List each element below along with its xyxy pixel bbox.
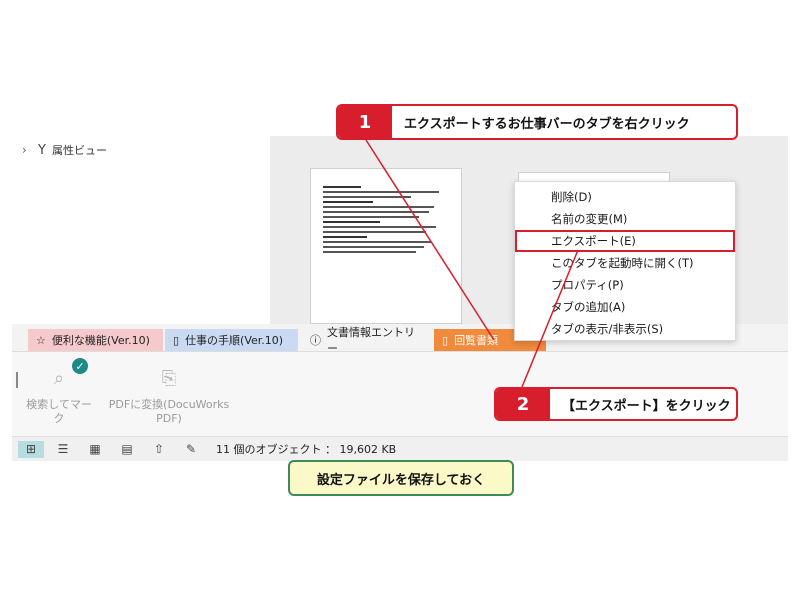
check-badge-icon: ✓ xyxy=(72,358,88,374)
folder-tree-pane: › Y 属性ビュー xyxy=(12,136,270,324)
step1-number: 1 xyxy=(338,106,392,138)
tab-work-procedures[interactable]: ▯ 仕事の手順(Ver.10) xyxy=(165,329,298,351)
detail-view-icon[interactable]: ▤ xyxy=(114,441,140,458)
info-icon: ⓘ xyxy=(310,334,321,347)
document-thumbnail[interactable] xyxy=(310,168,462,324)
document-icon: ▯ xyxy=(442,333,449,347)
save-settings-note: 設定ファイルを保存しておく xyxy=(288,460,514,496)
menu-item-add-tab[interactable]: タブの追加(A) xyxy=(515,296,735,318)
attribute-view-node[interactable]: › Y 属性ビュー xyxy=(22,142,107,158)
convert-to-pdf-button[interactable]: ⎘ PDFに変換(DocuWorks PDF) xyxy=(104,362,234,426)
step1-text: エクスポートするお仕事バーのタブを右クリック xyxy=(404,116,690,132)
menu-item-open-on-startup[interactable]: このタブを起動時に開く(T) xyxy=(515,252,735,274)
step2-text: 【エクスポート】をクリック xyxy=(562,398,731,414)
search-mark-icon: ⌕ xyxy=(53,368,65,389)
attribute-view-label: 属性ビュー xyxy=(51,144,107,157)
step2-callout: 2 【エクスポート】をクリック xyxy=(494,387,738,421)
object-count-status: 11 個のオブジェクト ： 19,602 KB xyxy=(216,443,397,456)
menu-item-properties[interactable]: プロパティ(P) xyxy=(515,274,735,296)
thumbnail-view-icon[interactable]: ⊞ xyxy=(18,440,44,458)
menu-item-delete[interactable]: 削除(D) xyxy=(515,186,735,208)
send-tray-icon[interactable]: ⇧ xyxy=(146,441,172,458)
pin-icon[interactable]: ✎ xyxy=(178,441,204,458)
menu-item-rename[interactable]: 名前の変更(M) xyxy=(515,208,735,230)
menu-item-show-hide-tabs[interactable]: タブの表示/非表示(S) xyxy=(515,318,735,340)
grid-view-icon[interactable]: ▦ xyxy=(82,441,108,458)
filter-icon: Y xyxy=(38,142,46,158)
ribbon-separator xyxy=(16,372,18,388)
menu-item-export[interactable]: エクスポート(E) xyxy=(515,230,735,252)
tab-convenient-functions[interactable]: ☆ 便利な機能(Ver.10) xyxy=(28,329,163,351)
list-view-icon[interactable]: ☰ xyxy=(50,441,76,458)
star-icon: ☆ xyxy=(36,333,46,347)
tab-document-info-entry[interactable]: ⓘ 文書情報エントリー xyxy=(302,326,432,355)
tab-context-menu: 削除(D) 名前の変更(M) エクスポート(E) このタブを起動時に開く(T) … xyxy=(514,181,736,341)
document-icon: ▯ xyxy=(173,333,180,347)
step1-callout: 1 エクスポートするお仕事バーのタブを右クリック xyxy=(336,104,738,140)
pdf-convert-icon: ⎘ xyxy=(161,368,177,389)
chevron-right-icon[interactable]: › xyxy=(22,143,32,157)
step2-number: 2 xyxy=(496,389,550,419)
status-bar: ⊞ ☰ ▦ ▤ ⇧ ✎ 11 個のオブジェクト ： 19,602 KB xyxy=(12,436,788,461)
